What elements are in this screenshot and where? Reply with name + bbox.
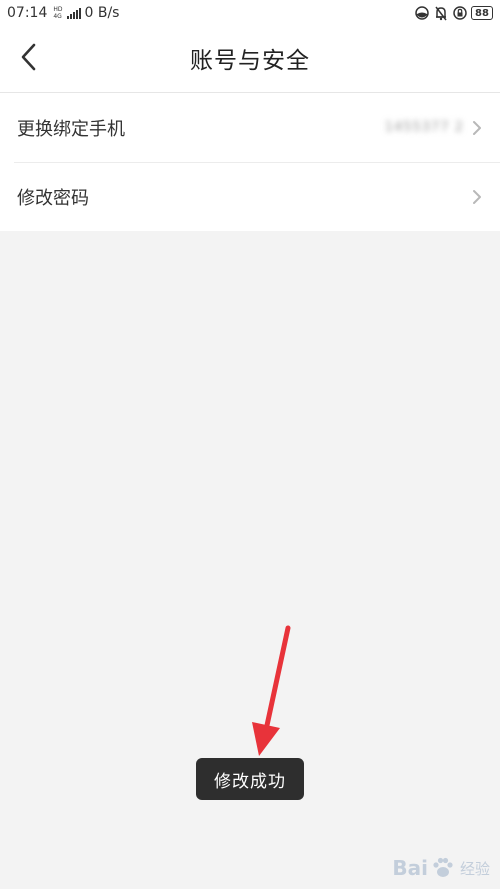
status-bar: 07:14 HD 4G 0 B/s 88 [0,0,500,26]
change-phone-right: 1455377 2 [385,119,484,137]
page-title: 账号与安全 [190,48,310,74]
lock-rotation-icon [452,6,467,21]
signal-icon [66,7,81,19]
change-password-label: 修改密码 [17,187,89,209]
network-type-badge: HD 4G [53,6,62,20]
bell-muted-icon [433,6,448,21]
network-speed: 0 B/s [84,5,120,21]
chevron-right-icon [472,188,484,206]
data-saver-icon [414,6,429,21]
success-toast: 修改成功 [196,758,304,800]
network-type-label: 4G [53,13,62,20]
baidu-watermark: Bai 经验 [392,855,490,881]
network-sub-label: HD [53,6,63,13]
chevron-left-icon [21,43,36,71]
change-password-item[interactable]: 修改密码 [0,162,500,231]
battery-level: 88 [475,7,489,19]
status-left: 07:14 HD 4G 0 B/s [7,5,119,21]
top-area: 07:14 HD 4G 0 B/s 88 账号与安全 [0,0,500,92]
settings-list: 更换绑定手机 1455377 2 修改密码 [0,92,500,231]
header: 账号与安全 [0,26,500,92]
bound-phone-value: 1455377 2 [384,120,464,135]
paw-icon [433,857,453,877]
chevron-right-icon [472,119,484,137]
status-time: 07:14 [7,5,48,21]
watermark-sub: 经验 [459,859,490,878]
change-phone-label: 更换绑定手机 [17,118,125,140]
back-button[interactable] [10,39,46,75]
battery-icon: 88 [471,6,493,20]
status-right: 88 [414,6,493,21]
change-phone-item[interactable]: 更换绑定手机 1455377 2 [0,93,500,162]
change-password-right [472,188,484,206]
watermark-brand: Bai [392,856,428,880]
